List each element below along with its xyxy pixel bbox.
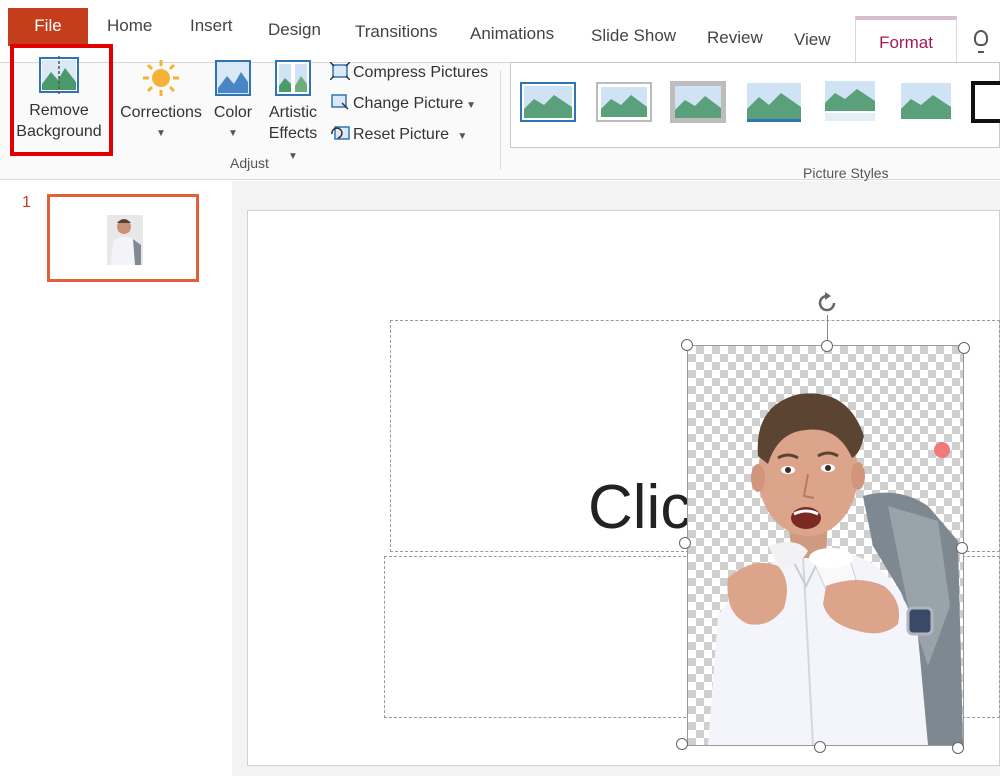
- tab-review[interactable]: Review: [707, 28, 763, 48]
- picture-style-metal-frame[interactable]: [669, 79, 727, 125]
- compress-pictures-label: Compress Pictures: [353, 64, 489, 81]
- picture-style-black-frame[interactable]: [971, 79, 1000, 125]
- corrections-dropdown-caret: ▼: [156, 128, 166, 139]
- selected-picture-transparent-background[interactable]: [687, 345, 964, 746]
- resize-handle-right[interactable]: [956, 542, 968, 554]
- rotate-handle-icon[interactable]: [814, 290, 840, 316]
- change-picture-label: Change Picture: [353, 95, 464, 112]
- background-removal-marker: [934, 442, 950, 458]
- resize-handle-top-right[interactable]: [958, 342, 970, 354]
- color-label: Color: [213, 104, 253, 121]
- slide-number: 1: [22, 194, 31, 211]
- artistic-label-line1: Artistic: [269, 104, 317, 121]
- artistic-label-line2: Effects ▼: [268, 125, 318, 162]
- thumbnail-person-image: [107, 215, 143, 265]
- compress-pictures-button[interactable]: Compress Pictures: [330, 62, 488, 82]
- picture-styles-gallery: [510, 62, 1000, 148]
- ribbon-tab-bar: File Home Insert Design Transitions Anim…: [0, 0, 1000, 62]
- picture-style-simple-frame[interactable]: [519, 79, 577, 125]
- color-button[interactable]: Color ▼: [210, 58, 256, 144]
- ribbon-group-separator: [500, 70, 501, 170]
- color-dropdown-caret: ▼: [228, 128, 238, 139]
- resize-handle-left[interactable]: [679, 537, 691, 549]
- picture-style-drop-shadow[interactable]: [745, 79, 803, 125]
- tab-animations[interactable]: Animations: [470, 24, 554, 44]
- picture-styles-group-label: Picture Styles: [803, 165, 889, 181]
- reset-picture-icon: [331, 126, 350, 140]
- picture-style-beveled[interactable]: [595, 79, 653, 125]
- picture-style-reflected[interactable]: [821, 79, 879, 125]
- tab-home[interactable]: Home: [107, 16, 152, 36]
- remove-background-highlight-box: [10, 44, 113, 156]
- tell-me-lightbulb-icon[interactable]: [974, 30, 988, 53]
- tab-view[interactable]: View: [794, 30, 831, 50]
- corrections-button[interactable]: Corrections ▼: [118, 58, 204, 144]
- resize-handle-bottom-left[interactable]: [676, 738, 688, 750]
- title-placeholder-text: Clic: [588, 473, 692, 542]
- person-eating-snow-cone-image: [708, 393, 963, 745]
- change-picture-caret: ▼: [463, 100, 476, 111]
- reset-picture-caret: ▼: [449, 131, 468, 142]
- sun-icon: [143, 60, 179, 96]
- tab-transitions[interactable]: Transitions: [355, 22, 438, 42]
- artistic-effects-icon: [275, 60, 311, 96]
- tab-format[interactable]: Format: [855, 16, 957, 62]
- slide-thumbnail[interactable]: [47, 194, 199, 282]
- adjust-group-label: Adjust: [230, 155, 269, 171]
- artistic-effects-button[interactable]: Artistic Effects ▼: [262, 58, 324, 167]
- tab-file[interactable]: File: [8, 8, 88, 46]
- resize-handle-bottom[interactable]: [814, 741, 826, 753]
- tab-design[interactable]: Design: [268, 20, 321, 40]
- reset-picture-button[interactable]: Reset Picture ▼: [330, 124, 467, 144]
- resize-handle-top-left[interactable]: [681, 339, 693, 351]
- resize-handle-bottom-right[interactable]: [952, 742, 964, 754]
- compress-pictures-icon: [330, 62, 350, 80]
- resize-handle-top[interactable]: [821, 340, 833, 352]
- corrections-label: Corrections: [120, 104, 202, 121]
- picture-style-soft-edge[interactable]: [897, 79, 955, 125]
- change-picture-icon: [331, 94, 349, 110]
- change-picture-button[interactable]: Change Picture ▼: [330, 93, 476, 113]
- picture-color-icon: [215, 60, 251, 96]
- tab-insert[interactable]: Insert: [190, 16, 233, 36]
- tab-slide-show[interactable]: Slide Show: [591, 26, 676, 46]
- reset-picture-label: Reset Picture: [353, 126, 450, 143]
